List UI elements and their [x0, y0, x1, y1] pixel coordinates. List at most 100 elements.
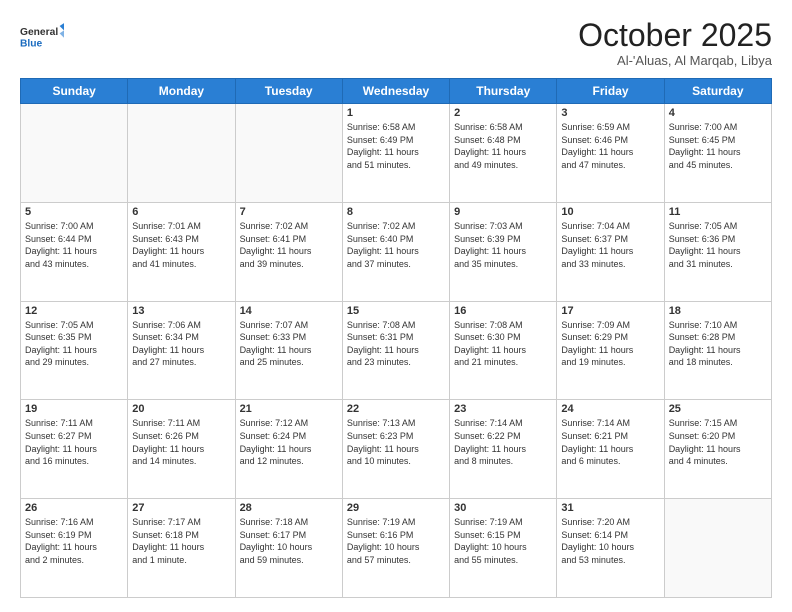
day-header-monday: Monday: [128, 79, 235, 104]
day-number: 22: [347, 403, 445, 415]
calendar-cell: 1 Sunrise: 6:58 AM Sunset: 6:49 PM Daylig…: [342, 104, 449, 203]
calendar-cell: [235, 104, 342, 203]
calendar-cell: 13 Sunrise: 7:06 AM Sunset: 6:34 PM Dayli…: [128, 301, 235, 400]
day-info: Sunrise: 7:03 AM Sunset: 6:39 PM Dayligh…: [454, 220, 552, 270]
header: General Blue October 2025 Al-'Aluas, Al …: [20, 18, 772, 68]
calendar-cell: 14 Sunrise: 7:07 AM Sunset: 6:33 PM Dayli…: [235, 301, 342, 400]
day-info: Sunrise: 7:11 AM Sunset: 6:26 PM Dayligh…: [132, 417, 230, 467]
calendar-week-3: 19 Sunrise: 7:11 AM Sunset: 6:27 PM Dayli…: [21, 400, 772, 499]
day-header-friday: Friday: [557, 79, 664, 104]
day-info: Sunrise: 7:14 AM Sunset: 6:22 PM Dayligh…: [454, 417, 552, 467]
calendar-cell: 2Sunrise: 6:58 AM Sunset: 6:48 PM Daylig…: [450, 104, 557, 203]
page: General Blue October 2025 Al-'Aluas, Al …: [0, 0, 792, 612]
calendar-cell: 17Sunrise: 7:09 AM Sunset: 6:29 PM Dayli…: [557, 301, 664, 400]
calendar-cell: 25 Sunrise: 7:15 AM Sunset: 6:20 PM Dayli…: [664, 400, 771, 499]
calendar-cell: 16 Sunrise: 7:08 AM Sunset: 6:30 PM Dayli…: [450, 301, 557, 400]
day-number: 10: [561, 206, 659, 218]
day-number: 13: [132, 305, 230, 317]
calendar-cell: [21, 104, 128, 203]
day-number: 27: [132, 502, 230, 514]
day-info: Sunrise: 7:02 AM Sunset: 6:41 PM Dayligh…: [240, 220, 338, 270]
day-number: 19: [25, 403, 123, 415]
day-number: 20: [132, 403, 230, 415]
day-number: 21: [240, 403, 338, 415]
day-info: Sunrise: 7:08 AM Sunset: 6:31 PM Dayligh…: [347, 319, 445, 369]
calendar-cell: 30 Sunrise: 7:19 AM Sunset: 6:15 PM Dayli…: [450, 499, 557, 598]
calendar-cell: 12 Sunrise: 7:05 AM Sunset: 6:35 PM Dayli…: [21, 301, 128, 400]
calendar-cell: 20 Sunrise: 7:11 AM Sunset: 6:26 PM Dayli…: [128, 400, 235, 499]
day-number: 6: [132, 206, 230, 218]
day-info: Sunrise: 7:15 AM Sunset: 6:20 PM Dayligh…: [669, 417, 767, 467]
calendar-cell: 4 Sunrise: 7:00 AM Sunset: 6:45 PM Daylig…: [664, 104, 771, 203]
calendar-week-2: 12 Sunrise: 7:05 AM Sunset: 6:35 PM Dayli…: [21, 301, 772, 400]
svg-text:General: General: [20, 27, 58, 38]
day-info: Sunrise: 7:07 AM Sunset: 6:33 PM Dayligh…: [240, 319, 338, 369]
day-header-wednesday: Wednesday: [342, 79, 449, 104]
day-number: 28: [240, 502, 338, 514]
day-info: Sunrise: 7:13 AM Sunset: 6:23 PM Dayligh…: [347, 417, 445, 467]
day-info: Sunrise: 7:08 AM Sunset: 6:30 PM Dayligh…: [454, 319, 552, 369]
day-number: 16: [454, 305, 552, 317]
day-info: Sunrise: 6:58 AM Sunset: 6:48 PM Dayligh…: [454, 121, 552, 171]
day-number: 31: [561, 502, 659, 514]
day-info: Sunrise: 6:59 AM Sunset: 6:46 PM Dayligh…: [561, 121, 659, 171]
day-info: Sunrise: 7:16 AM Sunset: 6:19 PM Dayligh…: [25, 516, 123, 566]
day-info: Sunrise: 7:01 AM Sunset: 6:43 PM Dayligh…: [132, 220, 230, 270]
calendar-table: SundayMondayTuesdayWednesdayThursdayFrid…: [20, 78, 772, 598]
day-number: 18: [669, 305, 767, 317]
calendar-header-row: SundayMondayTuesdayWednesdayThursdayFrid…: [21, 79, 772, 104]
calendar-cell: 9 Sunrise: 7:03 AM Sunset: 6:39 PM Daylig…: [450, 202, 557, 301]
svg-text:Blue: Blue: [20, 39, 43, 50]
calendar-cell: [664, 499, 771, 598]
calendar-cell: 28 Sunrise: 7:18 AM Sunset: 6:17 PM Dayli…: [235, 499, 342, 598]
day-number: 4: [669, 107, 767, 119]
day-number: 5: [25, 206, 123, 218]
day-number: 11: [669, 206, 767, 218]
calendar-cell: 27 Sunrise: 7:17 AM Sunset: 6:18 PM Dayli…: [128, 499, 235, 598]
day-number: 7: [240, 206, 338, 218]
calendar-cell: 23 Sunrise: 7:14 AM Sunset: 6:22 PM Dayli…: [450, 400, 557, 499]
day-info: Sunrise: 7:11 AM Sunset: 6:27 PM Dayligh…: [25, 417, 123, 467]
calendar-cell: 8Sunrise: 7:02 AM Sunset: 6:40 PM Daylig…: [342, 202, 449, 301]
day-header-tuesday: Tuesday: [235, 79, 342, 104]
day-number: 25: [669, 403, 767, 415]
location: Al-'Aluas, Al Marqab, Libya: [578, 53, 772, 68]
day-number: 29: [347, 502, 445, 514]
day-info: Sunrise: 7:05 AM Sunset: 6:35 PM Dayligh…: [25, 319, 123, 369]
day-info: Sunrise: 7:19 AM Sunset: 6:16 PM Dayligh…: [347, 516, 445, 566]
calendar-cell: 15 Sunrise: 7:08 AM Sunset: 6:31 PM Dayli…: [342, 301, 449, 400]
calendar-cell: 7 Sunrise: 7:02 AM Sunset: 6:41 PM Daylig…: [235, 202, 342, 301]
day-info: Sunrise: 7:06 AM Sunset: 6:34 PM Dayligh…: [132, 319, 230, 369]
calendar-cell: 29 Sunrise: 7:19 AM Sunset: 6:16 PM Dayli…: [342, 499, 449, 598]
day-info: Sunrise: 7:05 AM Sunset: 6:36 PM Dayligh…: [669, 220, 767, 270]
day-number: 14: [240, 305, 338, 317]
day-number: 12: [25, 305, 123, 317]
calendar-week-4: 26Sunrise: 7:16 AM Sunset: 6:19 PM Dayli…: [21, 499, 772, 598]
day-number: 1: [347, 107, 445, 119]
day-number: 17: [561, 305, 659, 317]
day-number: 30: [454, 502, 552, 514]
day-info: Sunrise: 7:17 AM Sunset: 6:18 PM Dayligh…: [132, 516, 230, 566]
calendar-week-1: 5 Sunrise: 7:00 AM Sunset: 6:44 PM Daylig…: [21, 202, 772, 301]
day-number: 15: [347, 305, 445, 317]
title-block: October 2025 Al-'Aluas, Al Marqab, Libya: [578, 18, 772, 68]
calendar-cell: 22 Sunrise: 7:13 AM Sunset: 6:23 PM Dayli…: [342, 400, 449, 499]
day-info: Sunrise: 7:19 AM Sunset: 6:15 PM Dayligh…: [454, 516, 552, 566]
day-info: Sunrise: 7:00 AM Sunset: 6:44 PM Dayligh…: [25, 220, 123, 270]
day-number: 9: [454, 206, 552, 218]
day-number: 8: [347, 206, 445, 218]
day-number: 23: [454, 403, 552, 415]
calendar-cell: 26Sunrise: 7:16 AM Sunset: 6:19 PM Dayli…: [21, 499, 128, 598]
calendar-cell: 18Sunrise: 7:10 AM Sunset: 6:28 PM Dayli…: [664, 301, 771, 400]
calendar-cell: 24Sunrise: 7:14 AM Sunset: 6:21 PM Dayli…: [557, 400, 664, 499]
day-info: Sunrise: 7:14 AM Sunset: 6:21 PM Dayligh…: [561, 417, 659, 467]
day-info: Sunrise: 7:00 AM Sunset: 6:45 PM Dayligh…: [669, 121, 767, 171]
calendar-cell: 5 Sunrise: 7:00 AM Sunset: 6:44 PM Daylig…: [21, 202, 128, 301]
day-header-sunday: Sunday: [21, 79, 128, 104]
day-header-thursday: Thursday: [450, 79, 557, 104]
day-info: Sunrise: 7:18 AM Sunset: 6:17 PM Dayligh…: [240, 516, 338, 566]
day-info: Sunrise: 6:58 AM Sunset: 6:49 PM Dayligh…: [347, 121, 445, 171]
calendar-cell: 3 Sunrise: 6:59 AM Sunset: 6:46 PM Daylig…: [557, 104, 664, 203]
day-number: 3: [561, 107, 659, 119]
calendar-cell: 11 Sunrise: 7:05 AM Sunset: 6:36 PM Dayli…: [664, 202, 771, 301]
